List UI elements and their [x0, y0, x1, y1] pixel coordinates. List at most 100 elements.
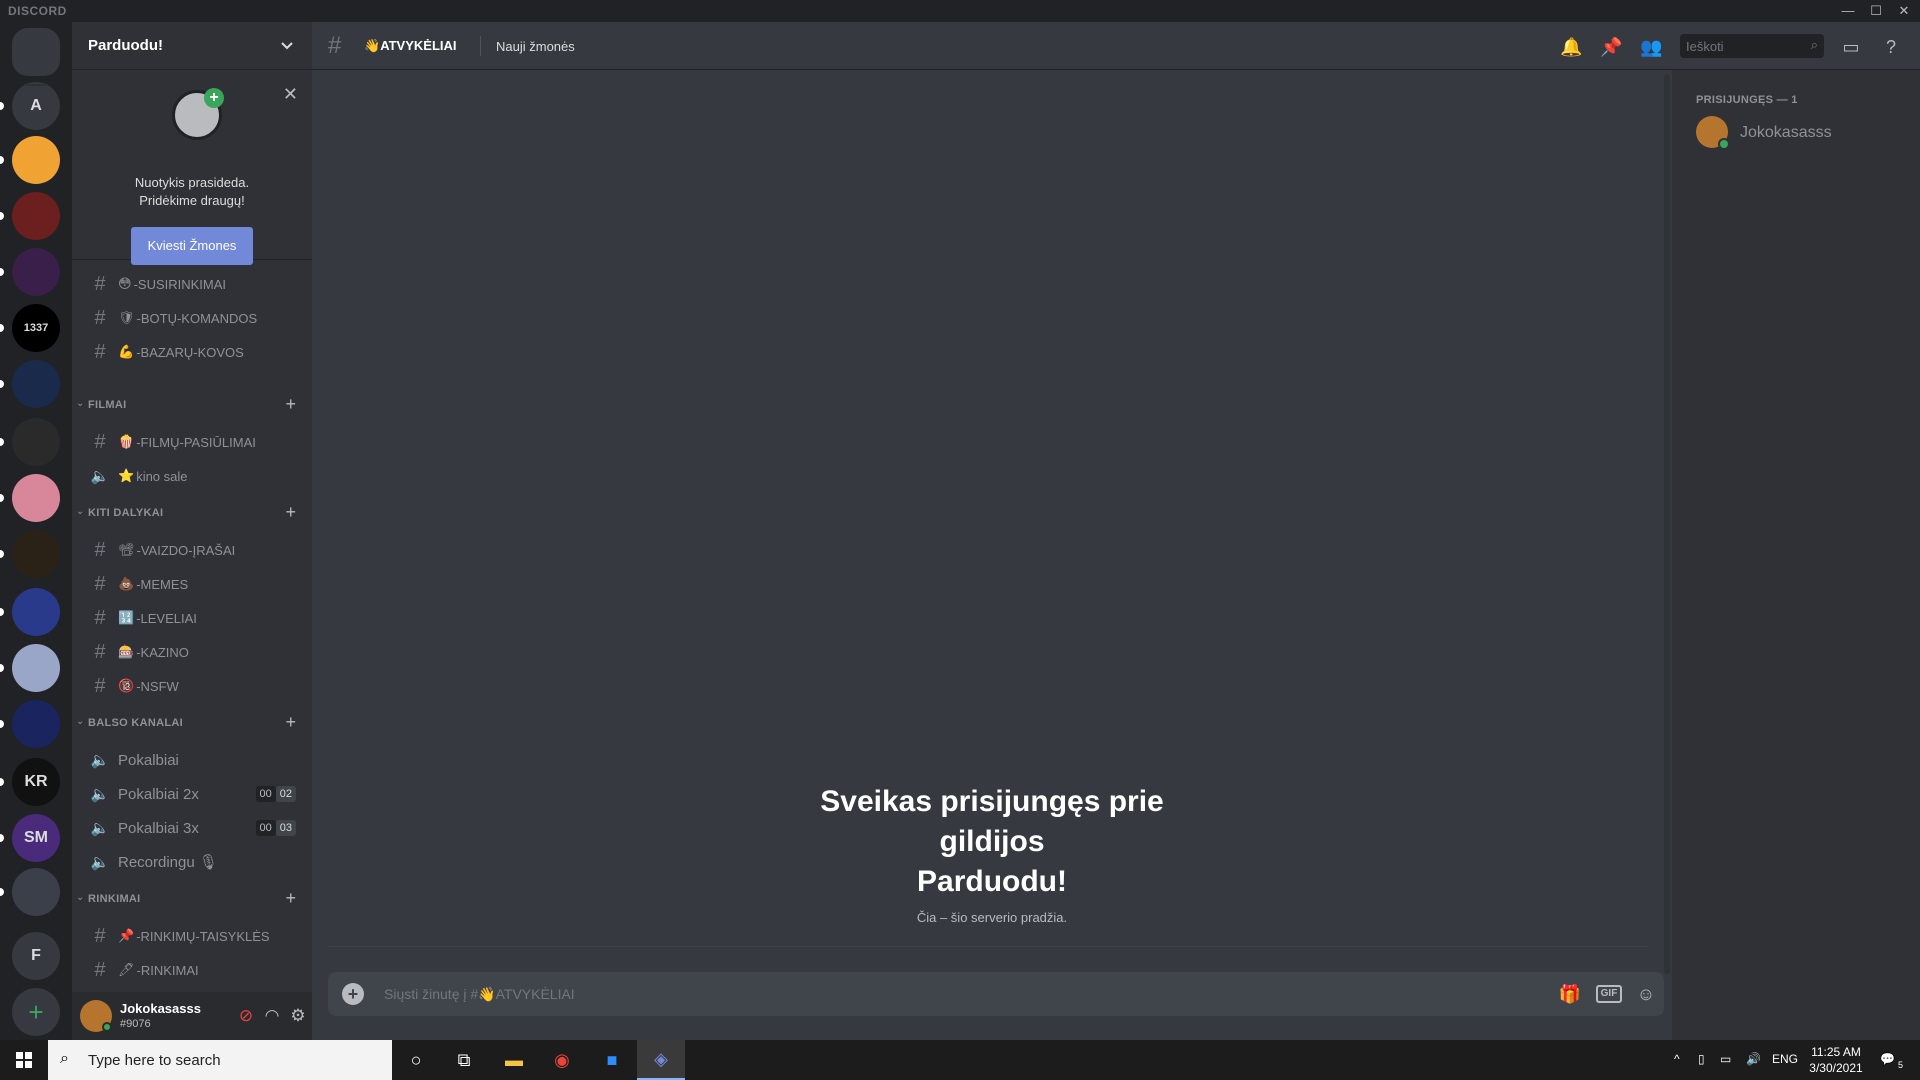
task-view-icon[interactable]: ⧉ [440, 1040, 488, 1080]
text-channel[interactable]: # 📽 -VAIZDO-ĮRAŠAI [80, 534, 304, 566]
inbox-icon[interactable]: ▭ [1840, 36, 1862, 58]
close-window-button[interactable]: ✕ [1890, 0, 1918, 22]
unread-pill [0, 664, 4, 672]
chrome-icon[interactable]: ◉ [538, 1040, 586, 1080]
server-icon[interactable] [12, 418, 60, 466]
chevron-down-icon: ⌄ [76, 892, 85, 903]
bell-icon[interactable]: 🔔 [1560, 36, 1582, 58]
text-channel[interactable]: # 😳 -SUSIRINKIMAI [80, 268, 304, 300]
unread-pill [0, 778, 4, 786]
discord-taskbar-icon[interactable]: ◈ [637, 1040, 685, 1080]
text-channel[interactable]: # 🛡 -BOTŲ-KOMANDOS [80, 302, 304, 334]
server-icon[interactable] [12, 868, 60, 916]
device-icon[interactable]: ▯ [1698, 1052, 1705, 1066]
discord-home-icon[interactable] [12, 28, 60, 76]
welcome-message: Sveikas prisijungęs prie gildijos Parduo… [820, 785, 1164, 925]
channel-sidebar: Parduodu! ✕ + Nuotykis prasideda. Pridėk… [72, 22, 312, 1040]
hash-icon: # [94, 430, 106, 453]
server-icon[interactable] [12, 700, 60, 748]
minimize-button[interactable]: — [1834, 0, 1862, 22]
text-channel[interactable]: # 📌 -RINKIMŲ-TAISYKLĖS [80, 920, 304, 952]
message-input[interactable]: Siųsti žinutę į #👋ATVYKĖLIAI [384, 986, 575, 1003]
help-icon[interactable]: ? [1880, 36, 1902, 58]
server-icon[interactable]: KR [12, 758, 60, 806]
members-icon[interactable]: 👥 [1640, 36, 1662, 58]
speaker-icon: 🔈 [90, 468, 110, 485]
server-icon[interactable] [12, 360, 60, 408]
file-explorer-icon[interactable]: ▬ [490, 1040, 538, 1080]
server-icon[interactable] [12, 530, 60, 578]
server-icon[interactable] [12, 192, 60, 240]
tray-chevron-icon[interactable]: ^ [1674, 1052, 1680, 1066]
text-channel[interactable]: # 🎰 -KAZINO [80, 636, 304, 668]
category-header[interactable]: ⌄ BALSO KANALAI + [72, 712, 312, 734]
windows-start-button[interactable] [0, 1040, 48, 1080]
unread-pill [0, 720, 4, 728]
text-channel[interactable]: # 🔞 -NSFW [80, 670, 304, 702]
add-server-icon[interactable]: + [12, 988, 60, 1036]
pin-icon[interactable]: 📌 [1600, 36, 1622, 58]
zoom-icon[interactable]: ■ [588, 1040, 636, 1080]
hash-icon: # [94, 606, 106, 629]
invite-people-button[interactable]: Kviesti Žmones [131, 227, 253, 265]
category-header[interactable]: ⌄ FILMAI + [72, 394, 312, 416]
server-icon[interactable]: A [12, 82, 60, 130]
voice-channel[interactable]: 🔈 Pokalbiai [80, 744, 304, 776]
server-icon[interactable] [12, 644, 60, 692]
text-channel[interactable]: # 🔢 -LEVELIAI [80, 602, 304, 634]
server-icon[interactable] [12, 474, 60, 522]
server-icon[interactable]: 1337 [12, 304, 60, 352]
cortana-icon[interactable]: ○ [392, 1040, 440, 1080]
attach-plus-icon[interactable]: + [342, 983, 364, 1005]
voice-channel[interactable]: 🔈 Pokalbiai 3x 00 03 [80, 812, 304, 844]
add-channel-icon[interactable]: + [285, 502, 296, 523]
invite-text: Nuotykis prasideda. Pridėkime draugų! [134, 175, 250, 208]
headphones-icon[interactable]: ◠ [262, 1006, 282, 1026]
voice-channel[interactable]: 🔈 Pokalbiai 2x 00 02 [80, 778, 304, 810]
voice-channel[interactable]: 🔈 ⭐ kino sale [80, 460, 304, 492]
gear-icon[interactable]: ⚙ [288, 1006, 308, 1026]
mute-mic-icon[interactable]: ⊘ [236, 1006, 256, 1026]
close-icon[interactable]: ✕ [283, 84, 298, 105]
category-header[interactable]: ⌄ RINKIMAI + [72, 888, 312, 910]
server-icon[interactable] [12, 588, 60, 636]
text-channel[interactable]: # 💩 -MEMES [80, 568, 304, 600]
text-channel[interactable]: # 🖊 -RINKIMAI [80, 954, 304, 986]
hash-icon: # [328, 32, 342, 59]
server-icon[interactable]: SM [12, 814, 60, 862]
search-input[interactable]: Ieškoti ⌕ [1680, 34, 1824, 58]
user-limit-badge: 00 02 [255, 786, 296, 802]
unread-pill [0, 834, 4, 842]
unread-pill [0, 438, 4, 446]
gift-icon[interactable]: 🎁 [1558, 983, 1582, 1005]
add-channel-icon[interactable]: + [285, 712, 296, 733]
online-status-icon [102, 1022, 112, 1032]
maximize-button[interactable]: ☐ [1862, 0, 1890, 22]
voice-channel[interactable]: 🔈 Recordingu 🎙 [80, 846, 304, 878]
text-channel[interactable]: # 💪 -BAZARŲ-KOVOS [80, 336, 304, 368]
category-header[interactable]: ⌄ KITI DALYKAI + [72, 502, 312, 524]
speaker-icon: 🔈 [90, 786, 110, 803]
add-channel-icon[interactable]: + [285, 394, 296, 415]
volume-icon[interactable]: 🔊 [1746, 1052, 1761, 1066]
server-header[interactable]: Parduodu! [72, 22, 312, 70]
language-indicator[interactable]: ENG [1772, 1052, 1798, 1066]
notifications-icon[interactable]: 💬 [1880, 1052, 1895, 1066]
clock[interactable]: 11:25 AM 3/30/2021 [1804, 1044, 1868, 1076]
chevron-down-icon: ⌄ [76, 398, 85, 409]
app-brand: DISCORD [8, 4, 67, 18]
server-separator [24, 84, 48, 86]
add-channel-icon[interactable]: + [285, 888, 296, 909]
network-icon[interactable]: ▭ [1720, 1052, 1731, 1066]
taskbar-search-input[interactable]: ⌕ Type here to search [48, 1040, 392, 1080]
message-composer[interactable]: + Siųsti žinutę į #👋ATVYKĖLIAI 🎁 GIF ☺ [328, 972, 1664, 1016]
message-divider [328, 946, 1648, 947]
text-channel[interactable]: # 🍿 -FILMŲ-PASIŪLIMAI [80, 426, 304, 458]
member-name[interactable]: Jokokasasss [1740, 124, 1832, 142]
gif-button[interactable]: GIF [1596, 985, 1622, 1003]
server-icon[interactable] [12, 136, 60, 184]
server-icon[interactable]: F [12, 932, 60, 980]
server-icon[interactable] [12, 248, 60, 296]
emoji-icon[interactable]: ☺ [1634, 983, 1658, 1005]
search-icon: ⌕ [60, 1050, 69, 1067]
